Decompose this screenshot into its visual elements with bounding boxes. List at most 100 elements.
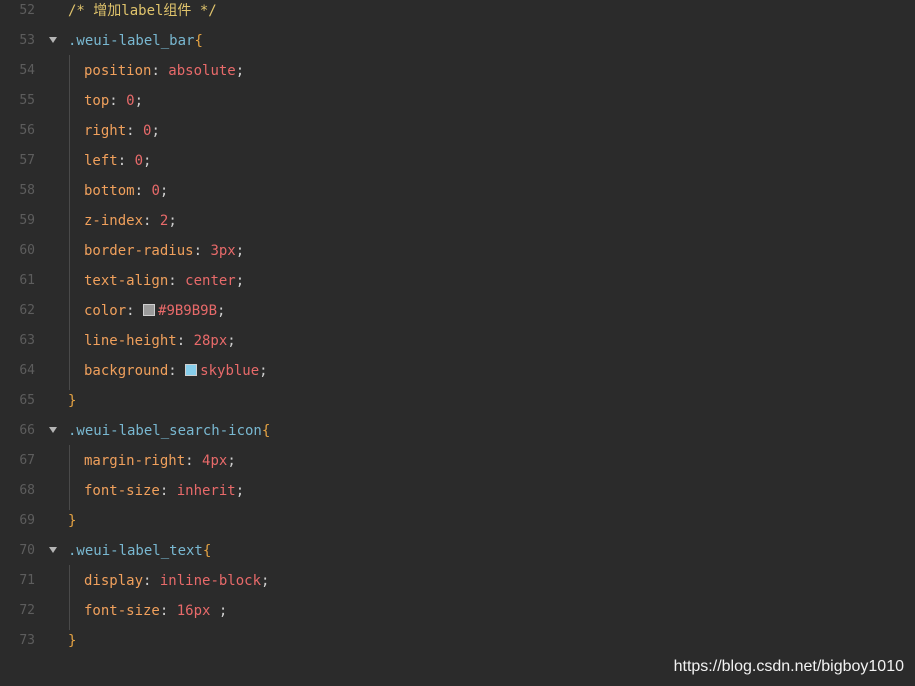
color-swatch-icon[interactable] (143, 304, 156, 316)
css-value: center (185, 273, 236, 289)
code-text: color: #9B9B9B; (84, 296, 225, 326)
semicolon: ; (235, 63, 245, 79)
code-line[interactable]: 62 color: #9B9B9B; (0, 296, 915, 326)
code-line[interactable]: 61 text-align: center; (0, 266, 915, 296)
code-line[interactable]: 66 .weui-label_search-icon{ (0, 416, 915, 446)
css-value: 28px (193, 333, 228, 349)
code-line[interactable]: 65} (0, 386, 915, 416)
open-brace: { (194, 33, 203, 49)
code-line[interactable]: 54 position: absolute; (0, 56, 915, 86)
code-text: font-size: inherit; (84, 476, 244, 506)
line-number: 62 (19, 303, 35, 318)
code-line[interactable]: 70 .weui-label_text{ (0, 536, 915, 566)
code-text: line-height: 28px; (84, 326, 236, 356)
css-property: left (84, 153, 118, 169)
code-text: text-align: center; (84, 266, 244, 296)
code-line[interactable]: 53 .weui-label_bar{ (0, 26, 915, 56)
fold-toggle-icon[interactable] (49, 427, 57, 433)
colon: : (143, 573, 160, 589)
code-line[interactable]: 55 top: 0; (0, 86, 915, 116)
semicolon: ; (143, 153, 152, 169)
css-value: 16px (176, 603, 219, 619)
semicolon: ; (218, 603, 228, 619)
open-brace: { (202, 543, 212, 559)
semicolon: ; (235, 483, 245, 499)
colon: : (134, 183, 152, 199)
colon: : (143, 213, 160, 229)
code-text: position: absolute; (84, 56, 244, 86)
colon: : (126, 303, 144, 319)
code-text: .weui-label_bar{ (68, 26, 203, 56)
semicolon: ; (151, 123, 160, 139)
css-property: line-height (84, 333, 177, 349)
css-property: top (84, 93, 110, 109)
code-text: left: 0; (84, 146, 151, 176)
line-number: 52 (19, 3, 35, 18)
semicolon: ; (235, 243, 245, 259)
css-value: skyblue (200, 363, 260, 379)
line-number: 64 (19, 363, 35, 378)
css-property: bottom (84, 183, 135, 199)
colon: : (168, 273, 186, 289)
code-line[interactable]: 60 border-radius: 3px; (0, 236, 915, 266)
css-property: background (84, 363, 169, 379)
semicolon: ; (227, 453, 236, 469)
code-text: display: inline-block; (84, 566, 269, 596)
css-property: text-align (84, 273, 169, 289)
css-value: 0 (151, 183, 160, 199)
code-line[interactable]: 71 display: inline-block; (0, 566, 915, 596)
code-line[interactable]: 67 margin-right: 4px; (0, 446, 915, 476)
line-number: 55 (19, 93, 35, 108)
colon: : (168, 363, 186, 379)
css-property: font-size (84, 603, 160, 619)
semicolon: ; (227, 333, 236, 349)
css-selector: .weui-label_bar (68, 33, 195, 49)
code-line[interactable]: 68 font-size: inherit; (0, 476, 915, 506)
colon: : (117, 153, 135, 169)
code-line[interactable]: 73} (0, 626, 915, 656)
close-brace: } (68, 393, 77, 409)
colon: : (159, 483, 177, 499)
line-number: 65 (19, 393, 35, 408)
css-property: position (84, 63, 152, 79)
css-property: font-size (84, 483, 160, 499)
code-line[interactable]: 63 line-height: 28px; (0, 326, 915, 356)
code-text: bottom: 0; (84, 176, 168, 206)
line-number: 57 (19, 153, 35, 168)
code-text: background: skyblue; (84, 356, 268, 386)
line-number: 69 (19, 513, 35, 528)
code-text: } (68, 386, 76, 416)
code-line[interactable]: 52 /* 增加label组件 */ (0, 0, 915, 26)
colon: : (109, 93, 127, 109)
code-line[interactable]: 64 background: skyblue; (0, 356, 915, 386)
code-text: font-size: 16px ; (84, 596, 227, 626)
code-line[interactable]: 59 z-index: 2; (0, 206, 915, 236)
css-property: margin-right (84, 453, 186, 469)
colon: : (193, 243, 211, 259)
css-value: inline-block (159, 573, 262, 589)
code-line[interactable]: 56 right: 0; (0, 116, 915, 146)
line-number: 63 (19, 333, 35, 348)
color-swatch-icon[interactable] (185, 364, 198, 376)
code-line[interactable]: 57 left: 0; (0, 146, 915, 176)
colon: : (151, 63, 169, 79)
css-selector: .weui-label_text (68, 543, 203, 559)
colon: : (159, 603, 177, 619)
fold-toggle-icon[interactable] (49, 547, 57, 553)
line-number: 71 (19, 573, 35, 588)
code-line[interactable]: 58 bottom: 0; (0, 176, 915, 206)
code-text: /* 增加label组件 */ (68, 0, 217, 26)
line-number: 70 (19, 543, 35, 558)
css-value: inherit (176, 483, 236, 499)
code-text: .weui-label_text{ (68, 536, 211, 566)
fold-toggle-icon[interactable] (49, 37, 57, 43)
code-text: margin-right: 4px; (84, 446, 236, 476)
css-property: border-radius (84, 243, 194, 259)
code-line[interactable]: 69} (0, 506, 915, 536)
code-line[interactable]: 72 font-size: 16px ; (0, 596, 915, 626)
css-value: 4px (202, 453, 228, 469)
css-value: 0 (134, 153, 144, 169)
code-editor[interactable]: https://blog.csdn.net/bigboy1010 52 /* 增加… (0, 0, 915, 686)
close-brace: } (68, 513, 77, 529)
line-number: 56 (19, 123, 35, 138)
